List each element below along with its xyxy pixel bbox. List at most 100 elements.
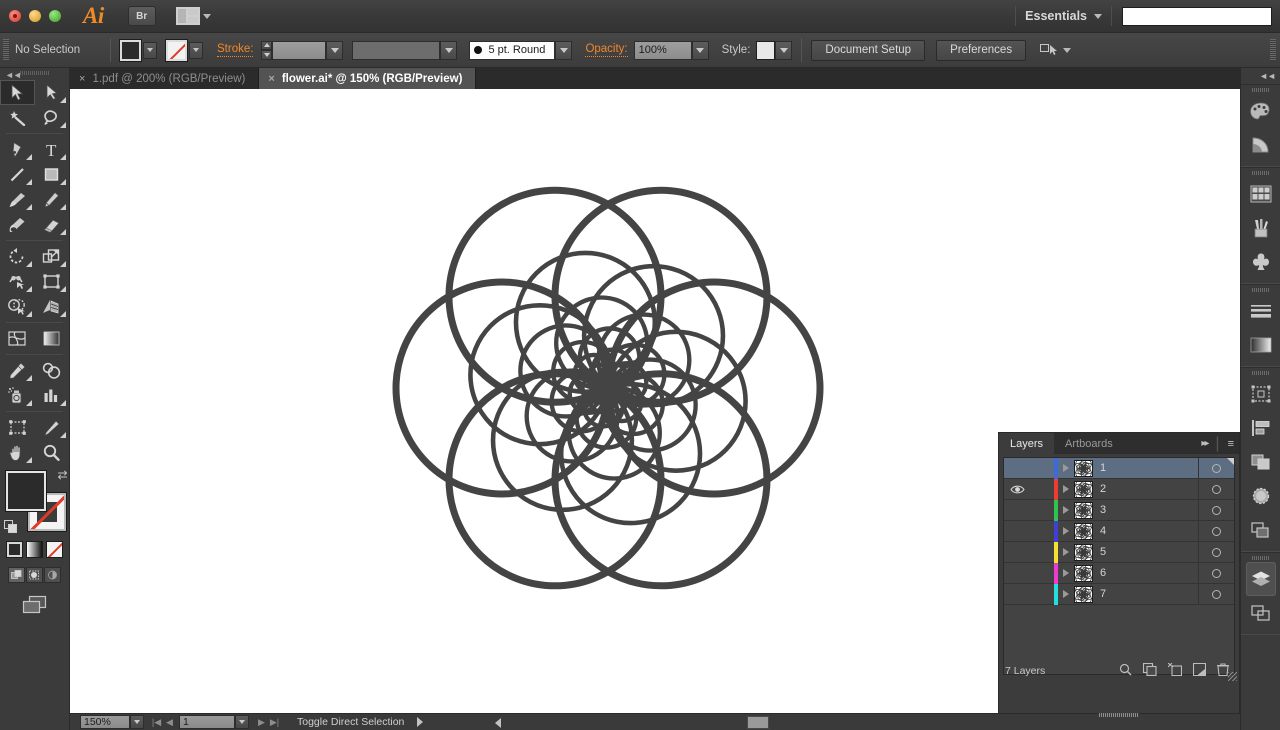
zoom-level-dropdown[interactable] bbox=[130, 715, 144, 729]
zoom-tool[interactable] bbox=[35, 440, 70, 465]
stroke-weight-dropdown[interactable] bbox=[326, 41, 343, 60]
eyedropper-tool[interactable] bbox=[0, 358, 35, 383]
layer-name-label[interactable]: 4 bbox=[1100, 525, 1198, 537]
transform-panel-icon[interactable] bbox=[1241, 377, 1280, 411]
layer-name-label[interactable]: 2 bbox=[1100, 483, 1198, 495]
locate-object-icon[interactable] bbox=[1119, 663, 1132, 679]
layer-target-indicator[interactable] bbox=[1198, 521, 1234, 542]
last-artboard-button[interactable]: ▶| bbox=[268, 715, 281, 729]
layer-name-label[interactable]: 7 bbox=[1100, 588, 1198, 600]
color-panel-icon[interactable] bbox=[1241, 94, 1280, 128]
swatches-panel-icon[interactable] bbox=[1241, 177, 1280, 211]
status-menu-icon[interactable] bbox=[417, 717, 423, 727]
layer-name-label[interactable]: 1 bbox=[1100, 462, 1198, 474]
color-mode-button[interactable] bbox=[6, 541, 23, 558]
blob-brush-tool[interactable] bbox=[0, 212, 35, 237]
layer-target-indicator[interactable] bbox=[1198, 479, 1234, 500]
panel-drag-grip[interactable] bbox=[1096, 712, 1142, 718]
pathfinder-panel-icon[interactable] bbox=[1241, 445, 1280, 479]
direct-selection-tool[interactable] bbox=[35, 80, 70, 105]
stroke-weight-field[interactable] bbox=[272, 41, 326, 60]
symbols-panel-icon[interactable] bbox=[1241, 245, 1280, 279]
free-transform-tool[interactable] bbox=[35, 269, 70, 294]
draw-inside-icon[interactable] bbox=[44, 567, 61, 583]
layer-row[interactable]: 4 bbox=[1004, 521, 1234, 542]
next-artboard-button[interactable]: ▶ bbox=[255, 715, 268, 729]
appearance-panel-icon[interactable] bbox=[1241, 513, 1280, 547]
layer-target-indicator[interactable] bbox=[1198, 563, 1234, 584]
opacity-field[interactable]: 100% bbox=[634, 41, 692, 60]
brushes-panel-icon[interactable] bbox=[1241, 211, 1280, 245]
fill-indicator[interactable] bbox=[6, 471, 46, 511]
paintbrush-tool[interactable] bbox=[0, 187, 35, 212]
rectangle-tool[interactable] bbox=[35, 162, 70, 187]
type-tool[interactable]: T bbox=[35, 137, 70, 162]
layer-list[interactable]: 1 2 3 4 5 6 7 bbox=[1003, 457, 1235, 675]
layer-expand-triangle-icon[interactable] bbox=[1058, 527, 1074, 535]
artboards-panel-icon[interactable] bbox=[1241, 596, 1280, 630]
panel-menu-icon[interactable]: ≡ bbox=[1228, 438, 1234, 450]
minimize-window-button[interactable] bbox=[29, 10, 41, 22]
zoom-level-field[interactable]: 150% bbox=[80, 715, 130, 729]
scroll-left-arrow-icon[interactable] bbox=[495, 718, 501, 728]
opacity-label[interactable]: Opacity: bbox=[585, 43, 627, 57]
dock-group-grip[interactable] bbox=[1241, 368, 1280, 377]
tab-layers[interactable]: Layers bbox=[999, 433, 1054, 454]
layer-visibility-toggle[interactable] bbox=[1004, 484, 1030, 495]
column-graph-tool[interactable] bbox=[35, 383, 70, 408]
pen-tool[interactable] bbox=[0, 137, 35, 162]
brush-definition-field[interactable]: 5 pt. Round bbox=[469, 41, 555, 60]
layer-row[interactable]: 1 bbox=[1004, 458, 1234, 479]
slice-tool[interactable] bbox=[35, 415, 70, 440]
layer-expand-triangle-icon[interactable] bbox=[1058, 485, 1074, 493]
dock-group-grip[interactable] bbox=[1241, 168, 1280, 177]
hand-tool[interactable] bbox=[0, 440, 35, 465]
layer-row[interactable]: 2 bbox=[1004, 479, 1234, 500]
gradient-mode-button[interactable] bbox=[26, 541, 43, 558]
gradient-panel-icon[interactable] bbox=[1241, 328, 1280, 362]
control-bar-grip[interactable] bbox=[3, 39, 9, 61]
transparency-panel-icon[interactable] bbox=[1241, 479, 1280, 513]
dock-group-grip[interactable] bbox=[1241, 285, 1280, 294]
create-new-sublayer-icon[interactable] bbox=[1168, 663, 1182, 679]
perspective-grid-tool[interactable] bbox=[35, 294, 70, 319]
stroke-profile-field[interactable] bbox=[352, 41, 440, 60]
layer-target-indicator[interactable] bbox=[1198, 458, 1234, 479]
magic-wand-tool[interactable] bbox=[0, 105, 35, 130]
chevron-down-icon[interactable] bbox=[1063, 48, 1071, 53]
default-fill-stroke-icon[interactable] bbox=[4, 520, 19, 535]
close-icon[interactable]: × bbox=[268, 73, 274, 85]
dock-group-grip[interactable] bbox=[1241, 553, 1280, 562]
stroke-label[interactable]: Stroke: bbox=[217, 43, 253, 57]
layer-row[interactable]: 6 bbox=[1004, 563, 1234, 584]
expand-panels-icon[interactable]: ◄◄ bbox=[1241, 68, 1280, 84]
fill-swatch-dropdown[interactable] bbox=[143, 42, 157, 59]
scale-tool[interactable] bbox=[35, 244, 70, 269]
layer-expand-triangle-icon[interactable] bbox=[1058, 569, 1074, 577]
lasso-tool[interactable] bbox=[35, 105, 70, 130]
layer-row[interactable]: 5 bbox=[1004, 542, 1234, 563]
screen-mode-button[interactable] bbox=[0, 595, 69, 614]
panel-resize-handle[interactable] bbox=[1228, 672, 1237, 681]
layer-row[interactable]: 3 bbox=[1004, 500, 1234, 521]
draw-normal-icon[interactable] bbox=[8, 567, 25, 583]
draw-behind-icon[interactable] bbox=[26, 567, 43, 583]
select-similar-objects-icon[interactable] bbox=[1040, 43, 1058, 57]
document-tab-1pdf[interactable]: × 1.pdf @ 200% (RGB/Preview) bbox=[70, 68, 259, 89]
workspace-switcher[interactable]: Essentials bbox=[1016, 9, 1111, 23]
stroke-profile-dropdown[interactable] bbox=[440, 41, 457, 60]
rotate-tool[interactable] bbox=[0, 244, 35, 269]
bridge-button[interactable]: Br bbox=[128, 6, 156, 26]
layer-name-label[interactable]: 6 bbox=[1100, 567, 1198, 579]
stroke-swatch-dropdown[interactable] bbox=[189, 42, 203, 59]
collapse-panel-icon[interactable]: ▸▸ bbox=[1201, 438, 1207, 449]
width-tool[interactable] bbox=[0, 269, 35, 294]
layer-target-indicator[interactable] bbox=[1198, 584, 1234, 605]
symbol-sprayer-tool[interactable] bbox=[0, 383, 35, 408]
horizontal-scrollbar-thumb[interactable] bbox=[747, 716, 769, 729]
selection-tool[interactable] bbox=[0, 80, 35, 105]
preferences-button[interactable]: Preferences bbox=[936, 40, 1026, 61]
mesh-tool[interactable] bbox=[0, 326, 35, 351]
document-tab-flowerai[interactable]: × flower.ai* @ 150% (RGB/Preview) bbox=[259, 68, 476, 89]
layer-row[interactable]: 7 bbox=[1004, 584, 1234, 605]
